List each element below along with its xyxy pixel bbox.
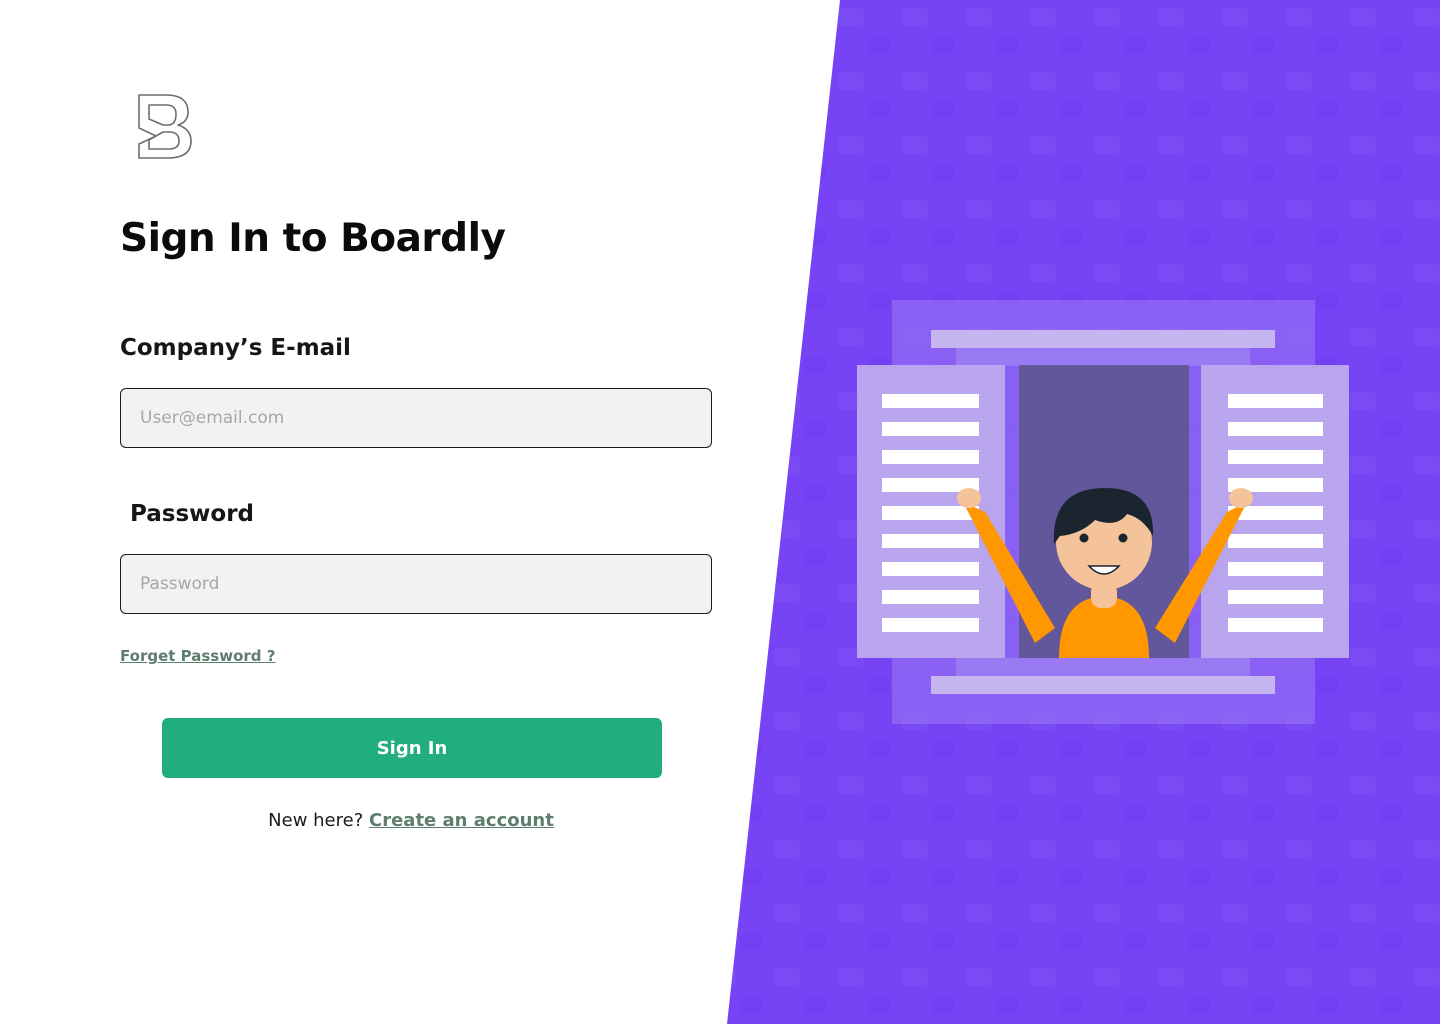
signup-row: New here? Create an account bbox=[120, 810, 702, 831]
forgot-password-link[interactable]: Forget Password ? bbox=[120, 647, 275, 665]
email-input[interactable] bbox=[120, 388, 712, 448]
boardly-logo-icon bbox=[138, 94, 192, 159]
email-label: Company’s E-mail bbox=[120, 335, 351, 361]
password-input[interactable] bbox=[120, 554, 712, 614]
sign-in-button[interactable]: Sign In bbox=[162, 718, 662, 778]
password-label: Password bbox=[130, 501, 254, 527]
page-title: Sign In to Boardly bbox=[120, 216, 506, 261]
person-window-illustration bbox=[857, 300, 1349, 724]
sign-in-page: Sign In to Boardly Company’s E-mail Pass… bbox=[0, 0, 1440, 1024]
create-account-link[interactable]: Create an account bbox=[369, 810, 554, 831]
signup-prompt: New here? bbox=[268, 810, 364, 831]
